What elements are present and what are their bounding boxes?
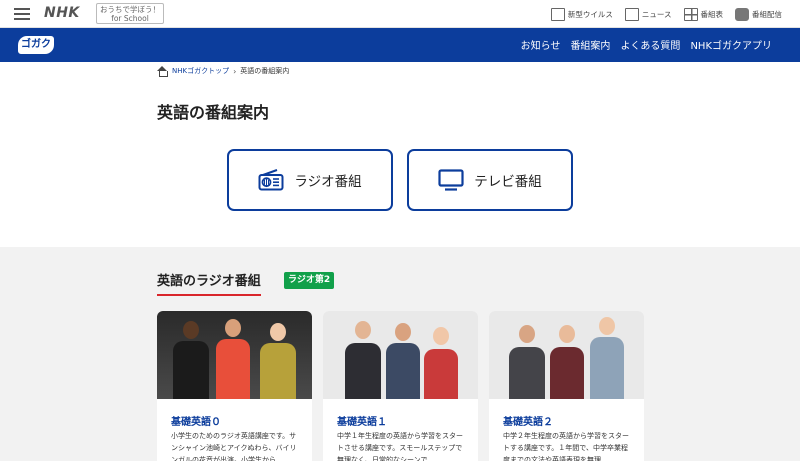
news-icon bbox=[624, 7, 639, 21]
tv-icon bbox=[438, 169, 464, 191]
site-header: ゴガク お知らせ 番組案内 よくある質問 NHKゴガクアプリ bbox=[0, 28, 800, 62]
card-title: 基礎英語２ bbox=[503, 417, 553, 428]
radio-section-title: 英語のラジオ番組 bbox=[157, 270, 261, 296]
util-link-news[interactable]: ニュース bbox=[624, 6, 672, 22]
program-photo bbox=[489, 311, 644, 399]
utility-links: 新型ウイルス ニュース 番組表 番組配信 bbox=[550, 6, 782, 22]
tv-programs-label: テレビ番組 bbox=[474, 174, 542, 190]
program-guide-icon bbox=[683, 7, 698, 21]
gogaku-logo[interactable]: ゴガク bbox=[18, 36, 54, 54]
nav-faq[interactable]: よくある質問 bbox=[620, 37, 680, 52]
home-icon bbox=[157, 66, 168, 77]
program-card-kiso2[interactable]: 基礎英語２ 中学２年生程度の英語から学習をスタートする講座です。１年間で、中学卒… bbox=[489, 311, 644, 461]
for-school-badge-line2: for School bbox=[111, 14, 149, 23]
radio-programs-button[interactable]: ラジオ番組 bbox=[227, 149, 393, 211]
program-card-kiso1[interactable]: 基礎英語１ 中学１年生程度の英語から学習をスタートさせる講座です。スモールステッ… bbox=[323, 311, 478, 461]
util-link-label: 新型ウイルス bbox=[567, 9, 613, 19]
top-utility-bar: NHK おうちで学ぼう！ for School 新型ウイルス ニュース 番組表 … bbox=[0, 0, 800, 28]
util-link-label: ニュース bbox=[641, 9, 672, 19]
program-card-kiso0[interactable]: 基礎英語０ 小学生のためのラジオ英語講座です。サンシャイン池崎とアイクぬわら、バ… bbox=[157, 311, 312, 461]
nav-news[interactable]: お知らせ bbox=[521, 37, 561, 52]
nav-programs[interactable]: 番組案内 bbox=[570, 37, 610, 52]
card-title: 基礎英語０ bbox=[171, 417, 221, 428]
card-description: 小学生のためのラジオ英語講座です。サンシャイン池崎とアイクぬわら、バイリンガルの… bbox=[171, 432, 297, 461]
breadcrumb: NHKゴガクトップ › 英語の番組案内 bbox=[157, 66, 290, 77]
tv-programs-button[interactable]: テレビ番組 bbox=[407, 149, 573, 211]
program-photo bbox=[157, 311, 312, 399]
main-nav: お知らせ 番組案内 よくある質問 NHKゴガクアプリ bbox=[521, 37, 772, 52]
radio-programs-label: ラジオ番組 bbox=[294, 174, 362, 190]
util-link-virus[interactable]: 新型ウイルス bbox=[550, 6, 613, 22]
util-link-label: 番組表 bbox=[700, 9, 724, 19]
nav-app[interactable]: NHKゴガクアプリ bbox=[690, 37, 772, 52]
program-photo bbox=[323, 311, 478, 399]
card-title: 基礎英語１ bbox=[337, 417, 387, 428]
channel-badge: ラジオ第2 bbox=[284, 272, 335, 289]
card-description: 中学１年生程度の英語から学習をスタートさせる講座です。スモールステップで無理なく… bbox=[337, 432, 463, 461]
util-link-label: 番組配信 bbox=[752, 9, 782, 19]
breadcrumb-separator: › bbox=[233, 66, 237, 76]
card-description: 中学２年生程度の英語から学習をスタートする講座です。１年間で、中学卒業程度までの… bbox=[503, 432, 629, 461]
util-link-program-guide[interactable]: 番組表 bbox=[683, 6, 724, 22]
for-school-badge-line1: おうちで学ぼう！ bbox=[100, 5, 160, 14]
virus-news-icon bbox=[550, 7, 565, 21]
breadcrumb-home-link[interactable]: NHKゴガクトップ bbox=[172, 66, 229, 76]
for-school-badge[interactable]: おうちで学ぼう！ for School bbox=[96, 3, 164, 24]
streaming-icon bbox=[735, 7, 749, 21]
util-link-streaming[interactable]: 番組配信 bbox=[735, 6, 782, 22]
nhk-logo[interactable]: NHK bbox=[44, 5, 80, 21]
page-title: 英語の番組案内 bbox=[157, 103, 270, 122]
breadcrumb-current: 英語の番組案内 bbox=[240, 67, 290, 75]
radio-icon bbox=[258, 169, 284, 191]
hamburger-menu-icon[interactable] bbox=[14, 7, 30, 21]
